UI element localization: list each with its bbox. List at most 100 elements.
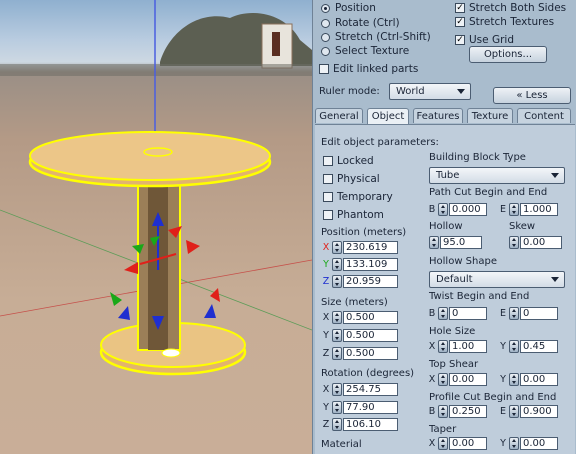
spinner-icon[interactable] (438, 339, 448, 353)
hole-size-y-field[interactable]: Y 0.45 (498, 339, 558, 353)
profile-cut-e-input[interactable]: 0.900 (520, 404, 558, 418)
hole-size-x-input[interactable]: 1.00 (449, 339, 487, 353)
phantom-checkbox[interactable]: Phantom (323, 209, 384, 221)
twist-b-field[interactable]: B0 (427, 306, 487, 320)
path-cut-e-input[interactable]: 1.000 (520, 202, 558, 216)
check-icon[interactable] (319, 64, 329, 74)
gizmo-x-arrow-right[interactable] (186, 240, 200, 254)
check-icon[interactable]: ✓ (455, 3, 465, 13)
check-icon[interactable] (323, 156, 333, 166)
size-y-field[interactable]: Y 0.500 (321, 328, 398, 342)
rotation-z-input[interactable]: 106.10 (343, 417, 398, 431)
top-shear-x-field[interactable]: X 0.00 (427, 372, 487, 386)
position-x-field[interactable]: X 230.619 (321, 240, 398, 254)
rotation-x-input[interactable]: 254.75 (343, 382, 398, 396)
radio-icon[interactable] (321, 3, 330, 13)
spinner-icon[interactable] (438, 202, 448, 216)
mode-rotate[interactable]: Rotate (Ctrl) (321, 17, 400, 29)
hollow-shape-dropdown[interactable]: Default (429, 271, 565, 288)
gizmo-plane-red[interactable] (210, 288, 220, 302)
options-button[interactable]: Options... (469, 46, 547, 63)
twist-e-field[interactable]: E0 (498, 306, 558, 320)
taper-y-input[interactable]: 0.00 (520, 436, 558, 450)
position-z-input[interactable]: 20.959 (343, 274, 398, 288)
spinner-icon[interactable] (438, 306, 448, 320)
radio-icon[interactable] (321, 32, 330, 42)
top-shear-y-input[interactable]: 0.00 (520, 372, 558, 386)
mode-select-texture[interactable]: Select Texture (321, 45, 409, 57)
path-cut-b-field[interactable]: B 0.000 (427, 202, 487, 216)
hole-size-y-input[interactable]: 0.45 (520, 339, 558, 353)
gizmo-x-arrow[interactable] (124, 262, 138, 274)
skew-field[interactable]: 0.00 (509, 235, 562, 249)
gizmo-plane-handle[interactable] (118, 306, 130, 320)
radio-icon[interactable] (321, 18, 330, 28)
check-icon[interactable]: ✓ (455, 17, 465, 27)
tab-general[interactable]: General (315, 108, 363, 123)
use-grid-checkbox[interactable]: ✓ Use Grid (455, 34, 514, 46)
path-cut-b-input[interactable]: 0.000 (449, 202, 487, 216)
ruler-mode-dropdown[interactable]: World (389, 83, 471, 100)
hollow-input[interactable]: 95.0 (440, 235, 482, 249)
spinner-icon[interactable] (332, 240, 342, 254)
mode-stretch[interactable]: Stretch (Ctrl-Shift) (321, 31, 431, 43)
rotation-y-field[interactable]: Y 77.90 (321, 400, 398, 414)
edit-linked-checkbox[interactable]: Edit linked parts (319, 63, 418, 75)
profile-cut-e-field[interactable]: E 0.900 (498, 404, 558, 418)
locked-checkbox[interactable]: Locked (323, 155, 374, 167)
gizmo-plane-blue[interactable] (204, 304, 216, 318)
check-icon[interactable] (323, 192, 333, 202)
radio-icon[interactable] (321, 46, 330, 56)
rotation-z-field[interactable]: Z 106.10 (321, 417, 398, 431)
spinner-icon[interactable] (332, 310, 342, 324)
profile-cut-b-field[interactable]: B 0.250 (427, 404, 487, 418)
position-x-input[interactable]: 230.619 (343, 240, 398, 254)
position-z-field[interactable]: Z 20.959 (321, 274, 398, 288)
taper-y-field[interactable]: Y 0.00 (498, 436, 558, 450)
rotation-y-input[interactable]: 77.90 (343, 400, 398, 414)
spinner-icon[interactable] (332, 400, 342, 414)
tab-object[interactable]: Object (367, 108, 409, 124)
spinner-icon[interactable] (332, 274, 342, 288)
hollow-field[interactable]: 95.0 (429, 235, 482, 249)
3d-viewport[interactable] (0, 0, 312, 454)
size-x-field[interactable]: X 0.500 (321, 310, 398, 324)
tab-features[interactable]: Features (413, 108, 463, 123)
spinner-icon[interactable] (429, 235, 439, 249)
building-block-dropdown[interactable]: Tube (429, 167, 565, 184)
temporary-checkbox[interactable]: Temporary (323, 191, 393, 203)
tab-content[interactable]: Content (517, 108, 571, 123)
profile-cut-b-input[interactable]: 0.250 (449, 404, 487, 418)
size-z-input[interactable]: 0.500 (343, 346, 398, 360)
stretch-both-sides-checkbox[interactable]: ✓ Stretch Both Sides (455, 2, 566, 14)
taper-x-field[interactable]: X 0.00 (427, 436, 487, 450)
spinner-icon[interactable] (332, 382, 342, 396)
less-button[interactable]: « Less (493, 87, 571, 104)
size-x-input[interactable]: 0.500 (343, 310, 398, 324)
spinner-icon[interactable] (438, 372, 448, 386)
spinner-icon[interactable] (332, 328, 342, 342)
spinner-icon[interactable] (332, 417, 342, 431)
spinner-icon[interactable] (438, 404, 448, 418)
stretch-textures-checkbox[interactable]: ✓ Stretch Textures (455, 16, 554, 28)
mode-position[interactable]: Position (321, 2, 376, 14)
rotation-x-field[interactable]: X 254.75 (321, 382, 398, 396)
taper-x-input[interactable]: 0.00 (449, 436, 487, 450)
top-shear-x-input[interactable]: 0.00 (449, 372, 487, 386)
spinner-icon[interactable] (509, 404, 519, 418)
top-shear-y-field[interactable]: Y 0.00 (498, 372, 558, 386)
check-icon[interactable] (323, 210, 333, 220)
spinner-icon[interactable] (332, 257, 342, 271)
spinner-icon[interactable] (509, 306, 519, 320)
physical-checkbox[interactable]: Physical (323, 173, 380, 185)
twist-e-input[interactable]: 0 (520, 306, 558, 320)
position-y-input[interactable]: 133.109 (343, 257, 398, 271)
spinner-icon[interactable] (509, 202, 519, 216)
path-cut-e-field[interactable]: E 1.000 (498, 202, 558, 216)
spinner-icon[interactable] (509, 436, 519, 450)
size-z-field[interactable]: Z 0.500 (321, 346, 398, 360)
check-icon[interactable]: ✓ (455, 35, 465, 45)
spinner-icon[interactable] (509, 339, 519, 353)
spinner-icon[interactable] (438, 436, 448, 450)
check-icon[interactable] (323, 174, 333, 184)
